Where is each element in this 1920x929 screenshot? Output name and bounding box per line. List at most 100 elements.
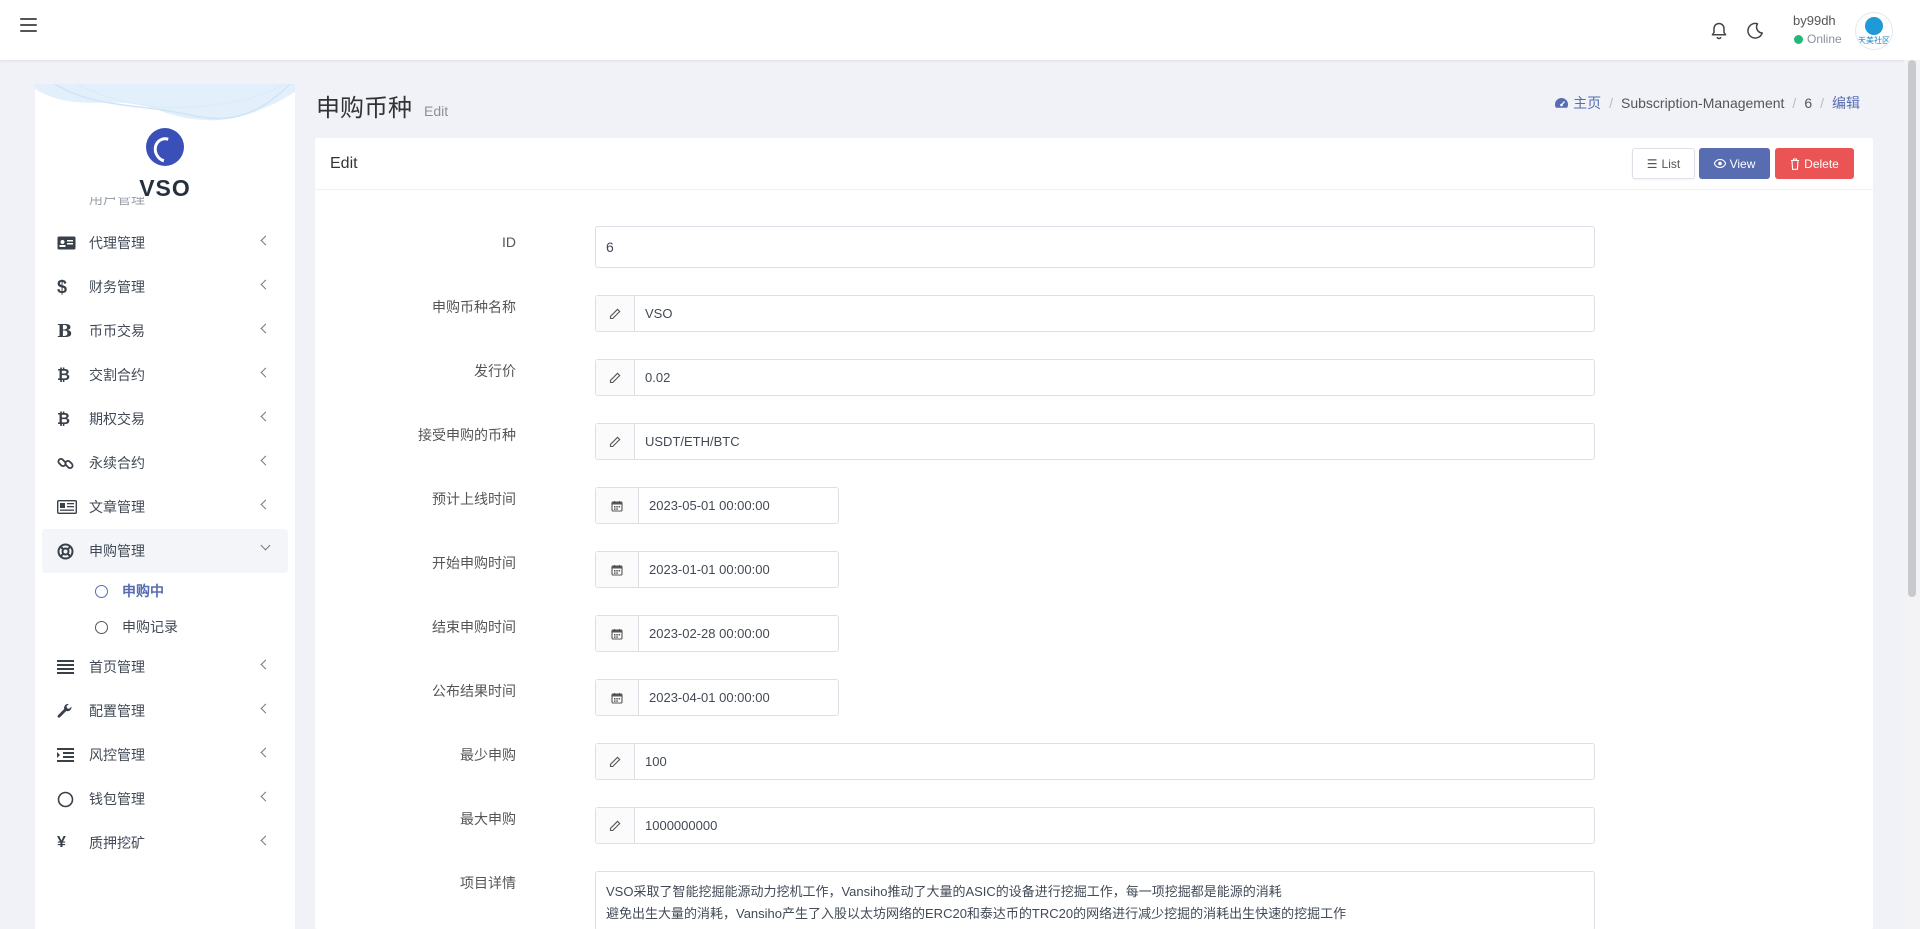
pencil-icon: [596, 296, 635, 331]
chevron-left-icon: [260, 279, 271, 290]
page-subtitle: Edit: [424, 103, 449, 119]
chevron-left-icon: [260, 499, 271, 510]
bold-b-icon: B: [57, 320, 73, 342]
sidebar-item-articles[interactable]: 文章管理: [35, 485, 295, 529]
card-title: Edit: [330, 155, 358, 172]
accepted-coins-field[interactable]: USDT/ETH/BTC: [595, 423, 1595, 460]
bars-icon: [57, 658, 79, 676]
bitcoin-icon: ₿: [57, 409, 71, 428]
scrollbar-thumb[interactable]: [1908, 60, 1916, 597]
calendar-icon: [596, 680, 639, 715]
bitcoin-icon: ₿: [57, 365, 71, 384]
name-field[interactable]: VSO: [595, 295, 1595, 332]
name-value: VSO: [645, 306, 673, 321]
sidebar-item-perpetual[interactable]: 永续合约: [35, 441, 295, 485]
user-menu[interactable]: by99dh Online: [1793, 12, 1853, 48]
sidebar-item-user-management[interactable]: 用户管理: [35, 197, 295, 209]
field-label: 最少申购: [460, 747, 516, 763]
sidebar-item-risk[interactable]: 风控管理: [35, 733, 295, 777]
project-detail-textarea[interactable]: VSO采取了智能挖掘能源动力挖机工作，Vansiho推动了大量的ASIC的设备进…: [595, 871, 1595, 929]
sidebar-item-label: 质押挖矿: [89, 835, 145, 851]
moon-icon[interactable]: [1745, 21, 1765, 41]
breadcrumb-section: Subscription-Management: [1621, 95, 1785, 111]
field-label: ID: [502, 234, 516, 250]
dashboard-icon: [1555, 98, 1569, 108]
view-button-label: View: [1729, 156, 1756, 171]
sidebar-item-label: 交割合约: [89, 367, 145, 383]
delete-button[interactable]: Delete: [1775, 148, 1854, 179]
start-time-field[interactable]: 2023-01-01 00:00:00: [595, 551, 839, 588]
edit-card: Edit ☰ List View Delete ID 6 申购币种名称 VSO …: [315, 138, 1873, 929]
chevron-left-icon: [260, 835, 271, 846]
brand-wave-decoration: [35, 84, 295, 121]
sidebar-item-config[interactable]: 配置管理: [35, 689, 295, 733]
sidebar-item-staking[interactable]: ¥ 质押挖矿: [35, 821, 295, 865]
max-subscription-field[interactable]: 1000000000: [595, 807, 1595, 844]
page-title: 申购币种 Edit: [316, 88, 448, 123]
link-icon: [57, 454, 79, 472]
field-label: 开始申购时间: [432, 555, 516, 571]
menu-toggle-icon[interactable]: [20, 18, 37, 32]
id-card-icon: [57, 234, 79, 252]
sidebar-item-subscription[interactable]: 申购管理: [42, 529, 288, 573]
avatar[interactable]: 天美社区: [1855, 12, 1893, 50]
sidebar-item-label: 风控管理: [89, 747, 145, 763]
circle-icon: [95, 620, 108, 634]
end-time-field[interactable]: 2023-02-28 00:00:00: [595, 615, 839, 652]
breadcrumb-id: 6: [1804, 95, 1813, 111]
page-scrollbar[interactable]: [1904, 60, 1920, 929]
sidebar-item-label: 财务管理: [89, 279, 145, 295]
min-subscription-value: 100: [645, 754, 667, 769]
chevron-down-icon: [260, 540, 271, 551]
bell-icon[interactable]: [1709, 21, 1729, 41]
pencil-icon: [596, 360, 635, 395]
list-icon: ☰: [1646, 156, 1658, 171]
id-field[interactable]: 6: [595, 226, 1595, 268]
sidebar-item-label: 代理管理: [89, 235, 145, 251]
sidebar-subitem-records[interactable]: 申购记录: [35, 609, 295, 645]
end-time-value: 2023-02-28 00:00:00: [649, 626, 770, 641]
chevron-left-icon: [260, 323, 271, 334]
sidebar: VSO 用户管理 代理管理 $ 财务管理 B 币币交易 ₿ 交割合约 ₿ 期权交…: [35, 84, 295, 929]
launch-time-field[interactable]: 2023-05-01 00:00:00: [595, 487, 839, 524]
sidebar-item-spot[interactable]: B 币币交易: [35, 309, 295, 353]
breadcrumb-current[interactable]: 编辑: [1832, 93, 1860, 113]
dollar-icon: $: [57, 276, 68, 297]
wrench-icon: [57, 702, 79, 720]
breadcrumb-home-label: 主页: [1573, 95, 1602, 111]
brand: VSO: [35, 84, 295, 212]
sidebar-item-options[interactable]: ₿ 期权交易: [35, 397, 295, 441]
chevron-left-icon: [260, 791, 271, 802]
min-subscription-field[interactable]: 100: [595, 743, 1595, 780]
page-title-text: 申购币种: [316, 95, 412, 122]
calendar-icon: [596, 488, 639, 523]
pencil-icon: [596, 744, 635, 779]
sidebar-item-label: 文章管理: [89, 499, 145, 515]
list-button[interactable]: ☰ List: [1632, 148, 1695, 179]
chevron-left-icon: [260, 367, 271, 378]
calendar-icon: [596, 552, 639, 587]
sidebar-item-delivery[interactable]: ₿ 交割合约: [35, 353, 295, 397]
breadcrumb-separator: /: [1609, 95, 1613, 111]
sidebar-item-wallet[interactable]: 钱包管理: [35, 777, 295, 821]
sidebar-subitem-subscribing[interactable]: 申购中: [35, 573, 295, 609]
sidebar-nav: 用户管理 代理管理 $ 财务管理 B 币币交易 ₿ 交割合约 ₿ 期权交易 永续…: [35, 197, 295, 865]
detail-line: 避免出生大量的消耗，Vansiho产生了入股以太坊网络的ERC20和泰达币的TR…: [606, 906, 1347, 921]
price-field[interactable]: 0.02: [595, 359, 1595, 396]
indent-icon: [57, 746, 79, 764]
view-button[interactable]: View: [1699, 148, 1770, 179]
sidebar-item-label: 用户管理: [89, 197, 145, 207]
price-value: 0.02: [645, 370, 671, 385]
sidebar-item-finance[interactable]: $ 财务管理: [35, 265, 295, 309]
user-status: Online: [1793, 31, 1853, 48]
breadcrumb-home[interactable]: 主页: [1554, 93, 1601, 113]
publish-time-field[interactable]: 2023-04-01 00:00:00: [595, 679, 839, 716]
list-button-label: List: [1661, 156, 1681, 171]
chevron-left-icon: [260, 659, 271, 670]
lifebuoy-icon: [57, 542, 79, 560]
sidebar-item-agent[interactable]: 代理管理: [35, 221, 295, 265]
sidebar-item-homepage[interactable]: 首页管理: [35, 645, 295, 689]
field-label: 最大申购: [460, 811, 516, 827]
field-label: 公布结果时间: [432, 683, 516, 699]
breadcrumb: 主页 / Subscription-Management / 6 / 编辑: [1554, 93, 1860, 113]
